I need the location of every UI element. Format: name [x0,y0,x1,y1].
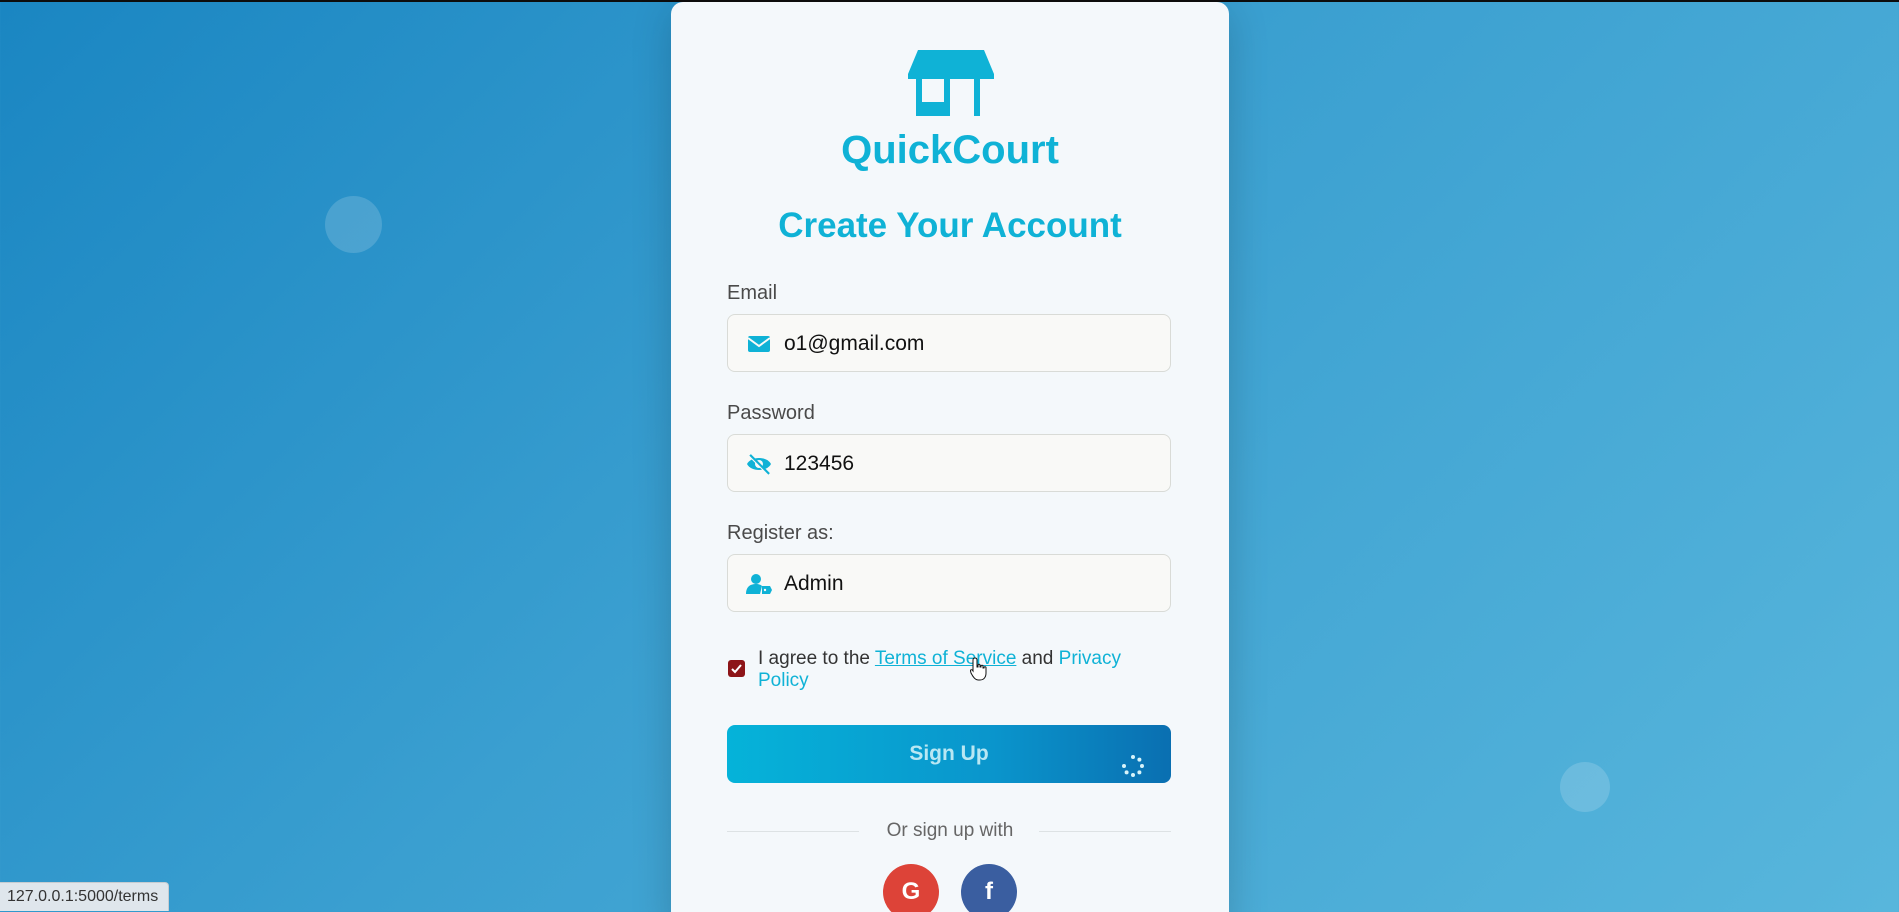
status-bar-url: 127.0.0.1:5000/terms [0,882,170,911]
loading-spinner-icon [1122,755,1144,777]
password-value: 123456 [784,452,855,475]
terms-prefix: I agree to the [758,648,870,669]
sign-up-button[interactable]: Sign Up [727,725,1171,783]
facebook-signup-button[interactable]: f [961,864,1017,912]
terms-conjunction: and [1021,648,1054,669]
checkmark-icon [731,664,742,674]
terms-checkbox[interactable] [728,660,745,677]
eye-slash-icon[interactable] [746,452,772,476]
terms-agreement: I agree to the Terms of Service and Priv… [758,648,1148,692]
store-icon [908,50,994,116]
page-title: Create Your Account [778,206,1122,245]
background-bubble [1560,762,1610,812]
role-select[interactable]: Admin [727,554,1171,612]
signup-card: QuickCourt Create Your Account Email o1@… [671,2,1229,912]
user-tag-icon [746,574,772,594]
terms-of-service-link[interactable]: Terms of Service [875,648,1016,669]
envelope-icon [747,336,771,352]
brand-name: QuickCourt [841,128,1059,172]
role-label: Register as: [727,522,834,544]
google-signup-button[interactable]: G [883,864,939,912]
role-value: Admin [784,572,844,595]
email-label: Email [727,282,778,304]
email-value: o1@gmail.com [784,332,925,355]
password-label: Password [727,402,815,424]
hand-cursor-icon [970,657,987,681]
google-icon: G [901,878,921,905]
background-bubble [325,196,382,253]
facebook-icon: f [985,878,993,905]
password-field[interactable]: 123456 [727,434,1171,492]
email-field[interactable]: o1@gmail.com [727,314,1171,372]
divider-line [1039,831,1171,832]
